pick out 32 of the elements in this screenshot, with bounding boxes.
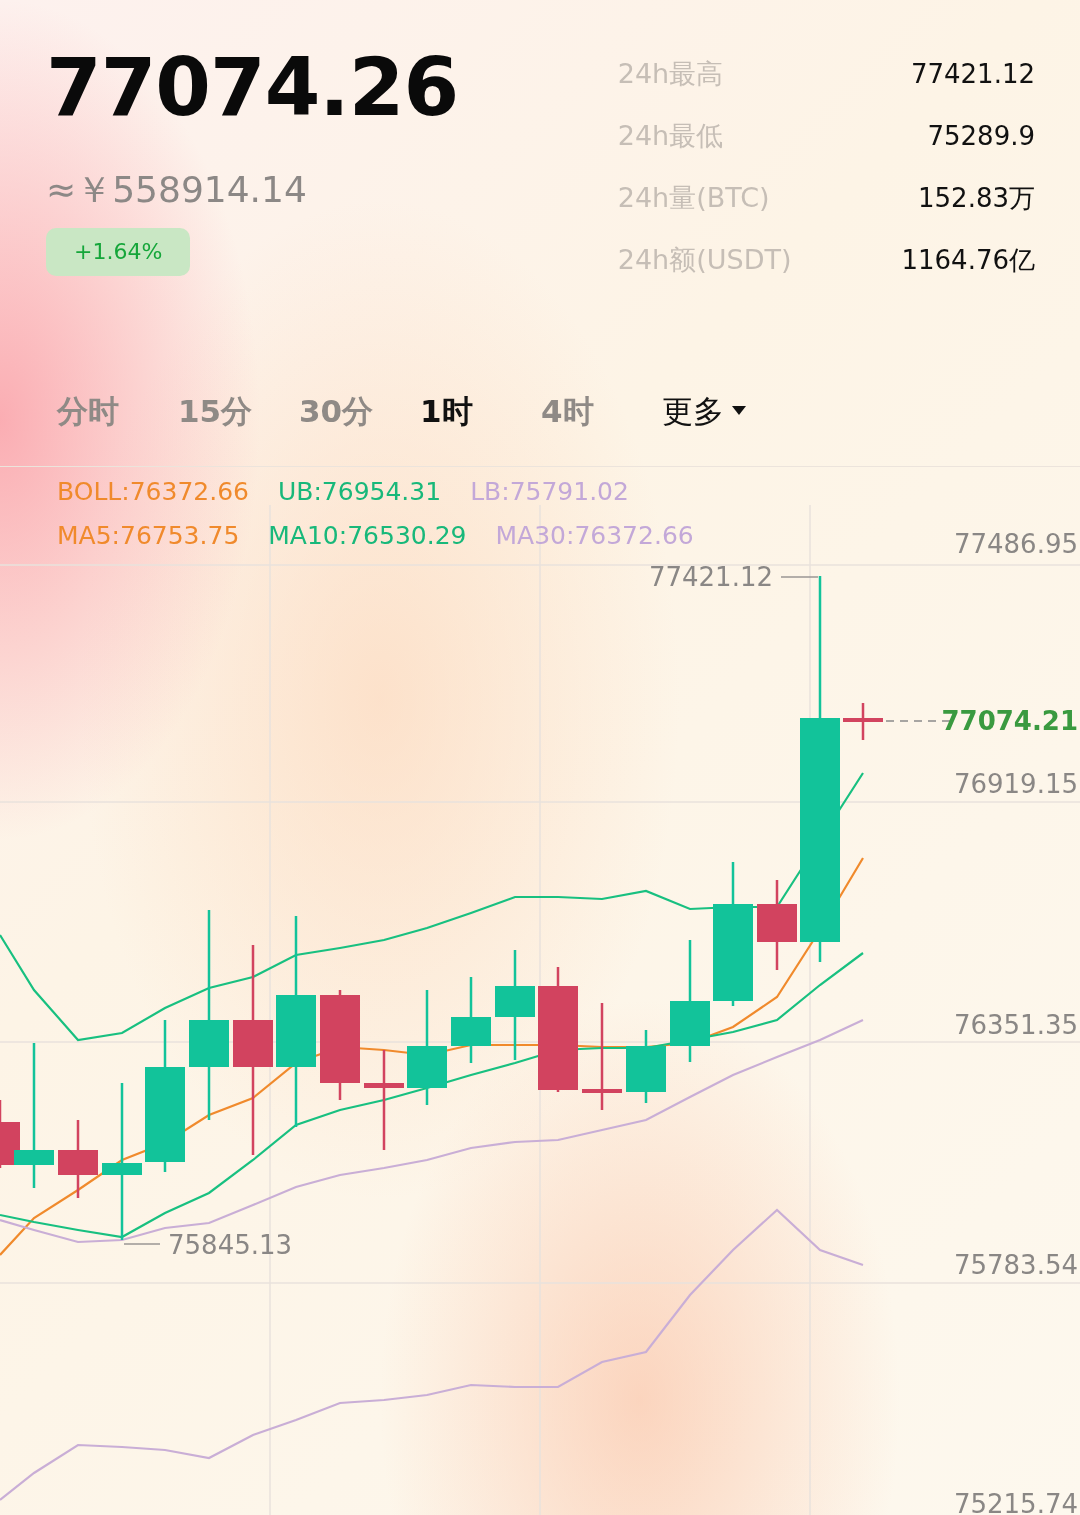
interval-tab[interactable]: 分时 bbox=[57, 390, 178, 431]
indicator-value: MA5:76753.75 bbox=[57, 520, 240, 552]
interval-tab[interactable]: 1时 bbox=[420, 390, 541, 431]
price-line bbox=[885, 720, 951, 722]
price-axis-label: 76919.15 bbox=[953, 769, 1078, 799]
more-dropdown[interactable]: 更多 bbox=[662, 390, 746, 431]
current-price-label: 77074.21 bbox=[941, 706, 1078, 736]
stat-value: 77421.12 bbox=[909, 58, 1035, 91]
cny-price: ≈￥558914.14 bbox=[46, 172, 307, 208]
last-price: 77074.26 bbox=[46, 48, 459, 128]
change-badge: +1.64% bbox=[46, 228, 191, 276]
price-axis-label: 76351.35 bbox=[953, 1010, 1078, 1040]
leader-line bbox=[780, 576, 819, 578]
price-axis-label: 75783.54 bbox=[953, 1250, 1078, 1280]
interval-tab[interactable]: 4时 bbox=[541, 390, 662, 431]
indicator-value: UB:76954.31 bbox=[277, 476, 442, 508]
leader-line bbox=[123, 1243, 161, 1245]
interval-tab[interactable]: 30分 bbox=[299, 390, 420, 431]
stat-value: 152.83万 bbox=[917, 182, 1035, 215]
caret-icon bbox=[732, 406, 746, 415]
indicator-value: MA10:76530.29 bbox=[268, 520, 467, 552]
high-price-label: 77421.12 bbox=[648, 562, 773, 592]
interval-tab[interactable]: 15分 bbox=[178, 390, 299, 431]
indicator-value: BOLL:76372.66 bbox=[57, 476, 249, 508]
price-axis-label: 77486.95 bbox=[953, 529, 1078, 559]
price-axis-label: 75215.74 bbox=[953, 1489, 1078, 1515]
stat-value: 75289.9 bbox=[926, 120, 1035, 153]
candlestick bbox=[843, 703, 883, 740]
indicator-value: MA30:76372.66 bbox=[495, 520, 694, 552]
stat-value: 1164.76亿 bbox=[901, 244, 1035, 277]
indicator-value: LB:75791.02 bbox=[470, 476, 629, 508]
low-price-label: 75845.13 bbox=[168, 1230, 293, 1260]
